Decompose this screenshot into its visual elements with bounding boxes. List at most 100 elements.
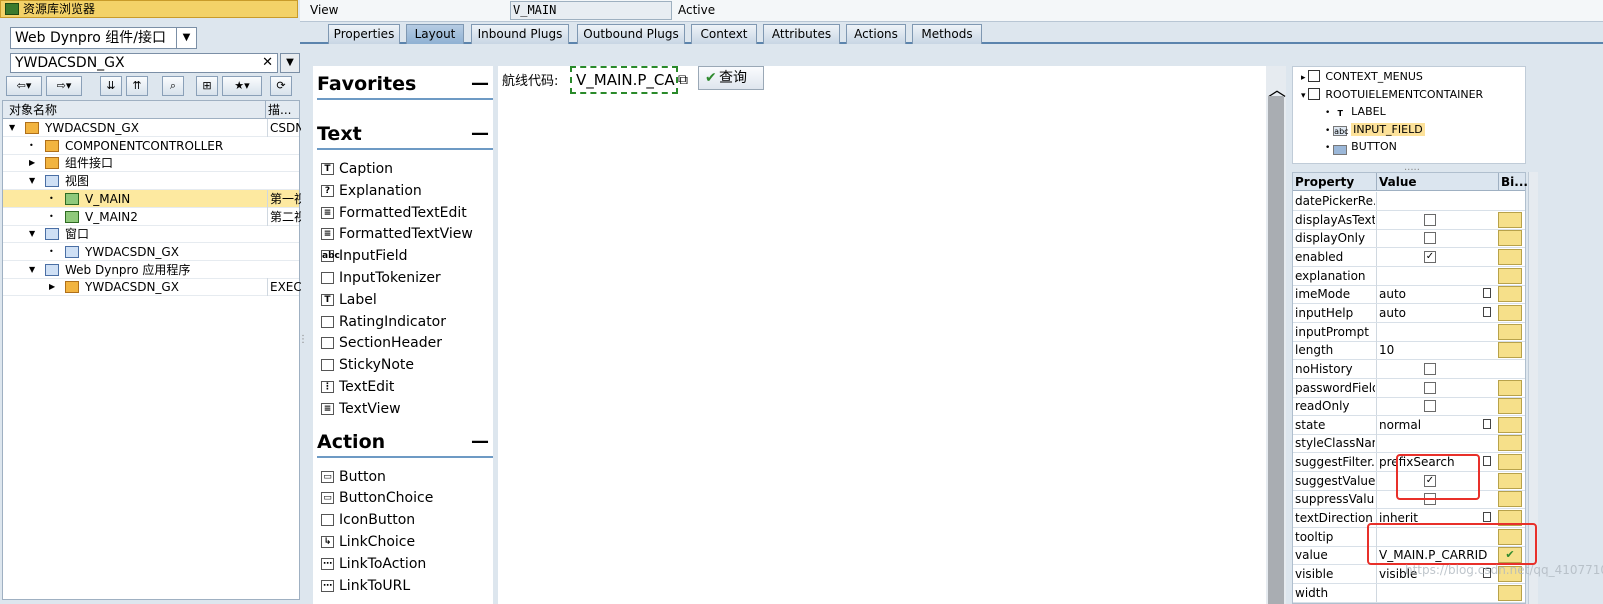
props-header-binding[interactable]: Bi... [1498, 173, 1528, 191]
checkbox-icon[interactable] [1424, 213, 1436, 226]
outline-toggle-icon[interactable]: ▾ [1301, 91, 1308, 101]
property-row[interactable]: inputHelp auto [1293, 303, 1525, 323]
palette-item[interactable]: InputTokenizer [319, 267, 441, 289]
palette-section-text[interactable]: Text — [317, 118, 493, 150]
palette-item[interactable]: T Label [319, 289, 377, 311]
outline-toggle-icon[interactable]: • [1325, 126, 1333, 136]
property-value[interactable]: 10 [1376, 341, 1497, 360]
outline-toggle-icon[interactable]: • [1325, 108, 1333, 118]
property-value[interactable]: auto [1376, 285, 1497, 304]
binding-button[interactable] [1498, 267, 1522, 284]
binding-button[interactable] [1498, 435, 1522, 452]
property-value[interactable] [1376, 359, 1497, 378]
palette-item[interactable]: ≡ FormattedTextView [319, 223, 473, 245]
palette-item[interactable]: ≡ FormattedTextEdit [319, 202, 467, 224]
repository-browser-title[interactable]: 资源库浏览器 [0, 0, 298, 18]
back-button[interactable]: ⇦▾ [6, 76, 42, 96]
property-row[interactable]: imeMode auto [1293, 285, 1525, 305]
binding-button[interactable] [1498, 230, 1522, 247]
refresh-button[interactable]: ⟳ [270, 76, 292, 96]
property-row[interactable]: styleClassName [1293, 434, 1525, 454]
binding-button[interactable] [1498, 398, 1522, 415]
outline-node[interactable]: • btnBUTTON [1325, 138, 1397, 156]
hierarchy-button[interactable]: ⊞ [196, 76, 218, 96]
palette-item[interactable]: T Caption [319, 158, 393, 180]
layout-canvas[interactable]: 航线代码: V_MAIN.P_CA ⧉ ✔ 查询 [498, 66, 1266, 604]
property-row[interactable]: width [1293, 583, 1525, 603]
property-row[interactable]: passwordField [1293, 378, 1525, 398]
checked-checkbox-icon[interactable]: ✓ [1424, 250, 1436, 263]
property-row[interactable]: explanation [1293, 266, 1525, 286]
tree-row[interactable]: ▼ Web Dynpro 应用程序 [3, 261, 299, 279]
tree-row[interactable]: • COMPONENTCONTROLLER [3, 137, 299, 155]
tree-row[interactable]: ▶ 组件接口 [3, 154, 299, 173]
palette-item[interactable]: ▭ Button [319, 466, 386, 488]
value-help-icon[interactable] [1483, 418, 1491, 429]
tree-row[interactable]: • V_MAIN 第一视 [3, 189, 301, 208]
tree-row[interactable]: ▼ 窗口 [3, 225, 299, 244]
property-row[interactable]: length 10 [1293, 341, 1525, 361]
property-row[interactable]: datePickerRe... [1293, 192, 1525, 211]
palette-item[interactable]: ? Explanation [319, 180, 422, 202]
binding-button[interactable] [1498, 323, 1522, 340]
minimize-icon[interactable]: — [471, 68, 489, 100]
binding-button[interactable] [1498, 472, 1522, 489]
palette-item[interactable]: StickyNote [319, 354, 414, 376]
property-row[interactable]: noHistory [1293, 359, 1525, 379]
find-button[interactable]: ⌕ [162, 76, 184, 96]
tree-row[interactable]: • YWDACSDN_GX [3, 243, 299, 261]
property-value[interactable] [1376, 210, 1497, 229]
forward-button[interactable]: ⇨▾ [46, 76, 82, 96]
palette-section-favorites[interactable]: Favorites — [317, 68, 493, 100]
tab-actions[interactable]: Actions [846, 24, 906, 44]
tree-row[interactable]: ▼ 视图 [3, 172, 299, 191]
tree-row[interactable]: • V_MAIN2 第二视 [3, 207, 301, 226]
expanded-icon[interactable]: ▼ [29, 261, 35, 279]
tab-context[interactable]: Context [691, 24, 757, 44]
property-row[interactable]: displayOnly [1293, 229, 1525, 249]
binding-button[interactable] [1498, 304, 1522, 321]
query-button[interactable]: ✔ 查询 [698, 66, 764, 90]
property-value[interactable] [1376, 266, 1497, 285]
property-value[interactable]: auto [1376, 303, 1497, 322]
binding-button[interactable] [1498, 248, 1522, 265]
outline-node[interactable]: • abc INPUT_FIELD [1325, 121, 1425, 138]
property-row[interactable]: inputPrompt [1293, 322, 1525, 342]
palette-item[interactable]: ↳ LinkChoice [319, 531, 415, 553]
palette-section-action[interactable]: Action — [317, 426, 493, 458]
property-value[interactable]: normal [1376, 415, 1497, 434]
palette-item[interactable]: ▭ ButtonChoice [319, 487, 433, 509]
value-help-icon[interactable] [1483, 512, 1491, 523]
minimize-icon[interactable]: — [471, 426, 489, 458]
expanded-icon[interactable]: ▼ [29, 172, 35, 190]
palette-item[interactable]: abc InputField [319, 245, 408, 267]
collapsed-icon[interactable]: ▶ [49, 278, 55, 296]
palette-item[interactable]: SectionHeader [319, 332, 442, 354]
binding-button[interactable] [1498, 211, 1522, 228]
props-header-property[interactable]: Property [1293, 173, 1376, 191]
binding-button[interactable] [1498, 584, 1522, 601]
tab-methods[interactable]: Methods [912, 24, 982, 44]
property-value[interactable] [1376, 322, 1497, 341]
tab-properties[interactable]: Properties [328, 24, 400, 44]
search-dropdown-button[interactable]: ▼ [280, 53, 300, 73]
palette-item[interactable]: ⋯ LinkToURL [319, 575, 410, 597]
palette-item[interactable]: ≡ TextView [319, 398, 401, 420]
tab-inbound-plugs[interactable]: Inbound Plugs [471, 24, 569, 44]
property-value[interactable]: ✓ [1376, 247, 1497, 266]
checkbox-icon[interactable] [1424, 362, 1436, 375]
binding-button[interactable] [1498, 454, 1522, 471]
value-help-icon[interactable] [1483, 456, 1491, 467]
value-help-icon[interactable] [1483, 306, 1491, 317]
outline-toggle-icon[interactable]: ▸ [1301, 73, 1308, 83]
property-row[interactable]: displayAsText [1293, 210, 1525, 230]
canvas-input-field[interactable]: V_MAIN.P_CA [570, 66, 678, 94]
binding-button[interactable] [1498, 491, 1522, 508]
collapse-all-button[interactable]: ⇈ [126, 76, 148, 96]
binding-button[interactable] [1498, 379, 1522, 396]
tab-attributes[interactable]: Attributes [763, 24, 840, 44]
collapsed-icon[interactable]: ▶ [29, 154, 35, 172]
binding-button[interactable] [1498, 416, 1522, 433]
expand-all-button[interactable]: ⇊ [100, 76, 122, 96]
binding-button[interactable] [1498, 286, 1522, 303]
